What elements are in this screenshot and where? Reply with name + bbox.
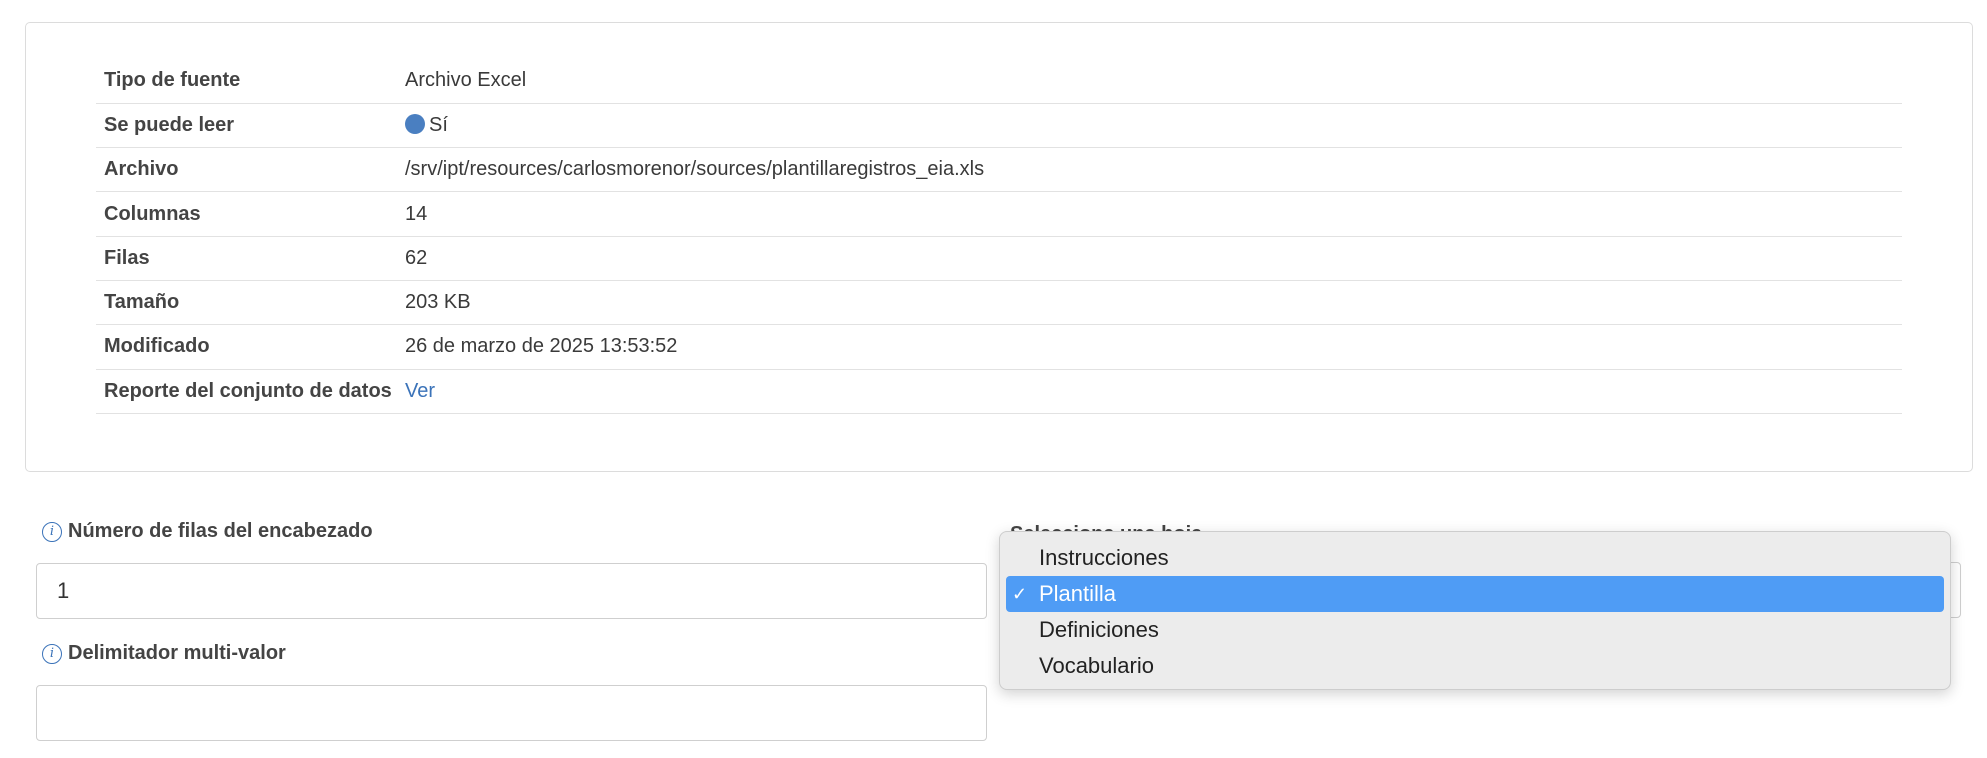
dropdown-option-instrucciones[interactable]: Instrucciones: [1006, 540, 1944, 576]
table-row: Reporte del conjunto de datos Ver: [96, 369, 1902, 414]
row-value-source-type: Archivo Excel: [405, 69, 527, 92]
source-info-table: Tipo de fuente Archivo Excel Se puede le…: [96, 59, 1902, 414]
option-label: Plantilla: [1039, 581, 1117, 606]
sheet-dropdown-menu: Instrucciones ✓ Plantilla Definiciones V…: [999, 531, 1951, 690]
row-value-dataset-report: Ver: [397, 369, 1902, 413]
row-key-modified: Modificado: [104, 335, 210, 358]
row-key-columns: Columnas: [104, 202, 201, 225]
multi-delimiter-input[interactable]: [36, 685, 987, 741]
header-rows-label: i Número de filas del encabezado: [42, 520, 373, 543]
row-key-file: Archivo: [104, 158, 179, 181]
source-info-panel: Tipo de fuente Archivo Excel Se puede le…: [25, 22, 1973, 472]
multi-delimiter-label-text: Delimitador multi-valor: [68, 642, 286, 664]
header-rows-label-text: Número de filas del encabezado: [68, 520, 373, 542]
option-label: Definiciones: [1039, 617, 1159, 642]
readable-status-text: Sí: [429, 113, 448, 136]
row-value-rows: 62: [405, 246, 428, 269]
checkmark-icon: ✓: [1012, 583, 1028, 604]
dropdown-option-definiciones[interactable]: Definiciones: [1006, 612, 1944, 648]
row-value-modified: 26 de marzo de 2025 13:53:52: [405, 335, 678, 358]
option-label: Instrucciones: [1039, 545, 1169, 570]
row-key-size: Tamaño: [104, 291, 180, 314]
table-row: Se puede leer Sí: [96, 103, 1902, 148]
table-row: Columnas 14: [96, 192, 1902, 237]
row-value-file: /srv/ipt/resources/carlosmorenor/sources…: [405, 158, 985, 181]
row-value-readable: Sí: [397, 103, 1902, 147]
row-key-readable: Se puede leer: [104, 113, 235, 136]
row-key-source-type: Tipo de fuente: [104, 69, 241, 92]
option-label: Vocabulario: [1039, 653, 1154, 678]
row-key-rows: Filas: [104, 246, 150, 269]
info-icon[interactable]: i: [42, 643, 62, 664]
status-dot-icon: [405, 113, 425, 134]
table-row: Archivo /srv/ipt/resources/carlosmorenor…: [96, 148, 1902, 192]
dropdown-option-plantilla[interactable]: ✓ Plantilla: [1006, 576, 1944, 612]
table-row: Modificado 26 de marzo de 2025 13:53:52: [96, 325, 1902, 370]
multi-delimiter-label: i Delimitador multi-valor: [42, 642, 286, 665]
table-row: Tipo de fuente Archivo Excel: [96, 59, 1902, 104]
info-icon[interactable]: i: [42, 521, 62, 542]
dropdown-option-vocabulario[interactable]: Vocabulario: [1006, 648, 1944, 684]
row-value-columns: 14: [405, 202, 428, 225]
row-value-size: 203 KB: [405, 291, 471, 314]
row-key-dataset-report: Reporte del conjunto de datos: [104, 379, 392, 402]
view-report-link[interactable]: Ver: [405, 380, 435, 402]
table-row: Filas 62: [96, 236, 1902, 281]
table-row: Tamaño 203 KB: [96, 280, 1902, 325]
header-rows-input[interactable]: [36, 563, 987, 619]
